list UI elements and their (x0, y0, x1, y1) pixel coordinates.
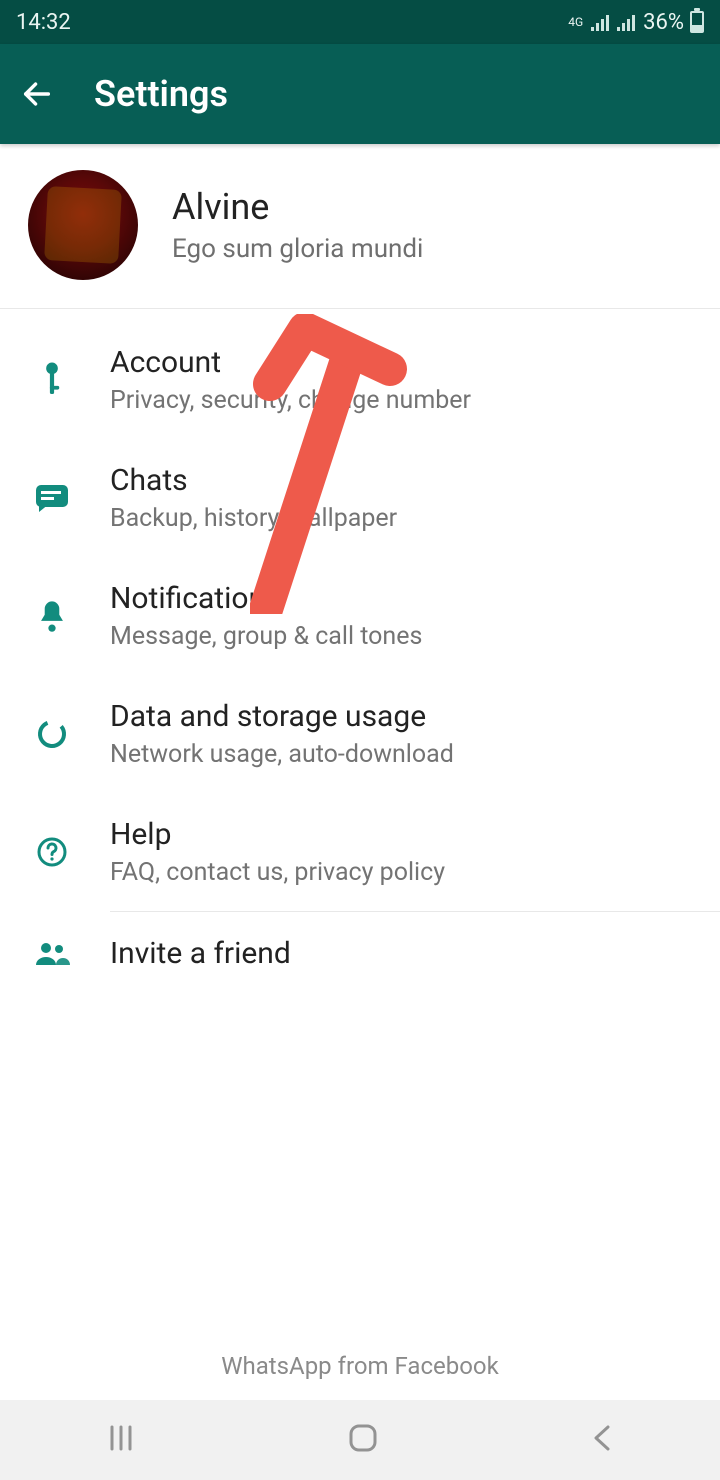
arrow-left-icon (20, 77, 54, 111)
settings-item-invite[interactable]: Invite a friend (0, 912, 720, 995)
android-nav-bar (0, 1400, 720, 1480)
item-title: Invite a friend (110, 936, 291, 971)
chat-icon (35, 484, 69, 512)
help-icon (36, 836, 68, 868)
item-sub: FAQ, contact us, privacy policy (110, 858, 445, 887)
status-bar: 14:32 4G 36% (0, 0, 720, 44)
back-nav-button[interactable] (588, 1421, 616, 1459)
data-usage-icon (36, 718, 68, 750)
settings-item-data[interactable]: Data and storage usage Network usage, au… (0, 675, 720, 793)
item-sub: Privacy, security, change number (110, 386, 471, 415)
settings-item-account[interactable]: Account Privacy, security, change number (0, 321, 720, 439)
home-button[interactable] (345, 1420, 381, 1460)
profile-row[interactable]: Alvine Ego sum gloria mundi (0, 144, 720, 309)
item-sub: Backup, history, wallpaper (110, 504, 397, 533)
page-title: Settings (94, 73, 228, 115)
item-sub: Network usage, auto-download (110, 740, 454, 769)
avatar[interactable] (28, 170, 138, 280)
settings-item-help[interactable]: Help FAQ, contact us, privacy policy (0, 793, 720, 911)
recent-icon (104, 1421, 138, 1455)
item-title: Data and storage usage (110, 699, 454, 734)
settings-item-notifications[interactable]: Notifications Message, group & call tone… (0, 557, 720, 675)
footer-text: WhatsApp from Facebook (0, 1316, 720, 1400)
home-icon (345, 1420, 381, 1456)
chevron-left-icon (588, 1421, 616, 1455)
battery-icon (690, 11, 704, 33)
signal-icon (591, 13, 611, 31)
app-bar: Settings (0, 44, 720, 144)
status-time: 14:32 (16, 10, 71, 35)
item-title: Notifications (110, 581, 422, 616)
content: Alvine Ego sum gloria mundi Account Priv… (0, 144, 720, 1400)
settings-list: Account Privacy, security, change number… (0, 309, 720, 995)
settings-item-chats[interactable]: Chats Backup, history, wallpaper (0, 439, 720, 557)
bell-icon (37, 599, 67, 633)
item-title: Chats (110, 463, 397, 498)
network-type: 4G (568, 16, 583, 28)
profile-status: Ego sum gloria mundi (172, 234, 423, 264)
item-title: Account (110, 345, 471, 380)
battery-percent: 36% (643, 10, 684, 35)
profile-text: Alvine Ego sum gloria mundi (172, 186, 423, 264)
item-title: Help (110, 817, 445, 852)
key-icon (38, 360, 66, 400)
item-sub: Message, group & call tones (110, 622, 422, 651)
status-right: 4G 36% (568, 10, 704, 35)
people-icon (34, 941, 70, 967)
recent-apps-button[interactable] (104, 1421, 138, 1459)
back-button[interactable] (20, 77, 54, 111)
profile-name: Alvine (172, 186, 423, 228)
signal-icon-2 (617, 13, 637, 31)
